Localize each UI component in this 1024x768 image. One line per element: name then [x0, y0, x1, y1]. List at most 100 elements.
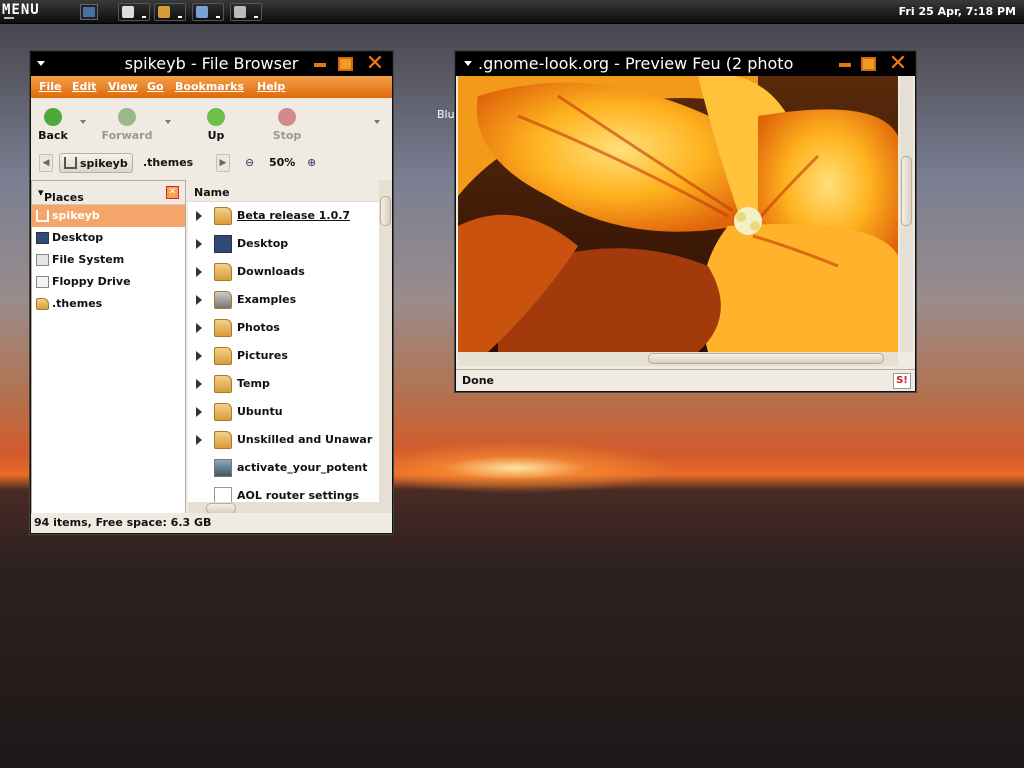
security-icon[interactable]: S! — [893, 373, 911, 389]
folder-icon — [214, 347, 232, 365]
folder-icon — [214, 263, 232, 281]
task-terminal[interactable] — [118, 3, 150, 21]
breadcrumb: ◀ spikeyb .themes ▶ ⊖ 50% ⊕ — [31, 152, 392, 174]
expand-arrow-icon[interactable] — [196, 295, 202, 305]
folder-icon — [36, 298, 49, 310]
stop-icon — [278, 108, 296, 126]
task-web-browser[interactable] — [192, 3, 224, 21]
expand-arrow-icon[interactable] — [196, 239, 202, 249]
file-row[interactable]: Pictures — [188, 342, 379, 370]
place-themes[interactable]: .themes — [32, 293, 185, 315]
desktop-label: Blu — [437, 108, 455, 121]
path-left-button[interactable]: ◀ — [39, 154, 53, 172]
place-desktop[interactable]: Desktop — [32, 227, 185, 249]
toolbar-overflow-dropdown[interactable] — [374, 120, 380, 124]
minimize-icon[interactable] — [314, 63, 326, 67]
clock[interactable]: Fri 25 Apr, 7:18 PM — [899, 5, 1016, 18]
path-right-button[interactable]: ▶ — [216, 154, 230, 172]
image-file-icon — [214, 459, 232, 477]
places-dropdown[interactable]: Places ▾ — [38, 186, 84, 204]
file-list-vertical-scrollbar[interactable] — [379, 180, 392, 516]
browser-horizontal-scrollbar[interactable] — [458, 352, 898, 366]
scroll-thumb[interactable] — [648, 353, 884, 364]
zoom-in-icon[interactable]: ⊕ — [307, 156, 316, 169]
harddisk-icon — [36, 254, 49, 266]
browser-titlebar[interactable]: .gnome-look.org - Preview Feu (2 photo ✕ — [456, 52, 915, 76]
task-window[interactable] — [230, 3, 262, 21]
desktop-icon — [214, 235, 232, 253]
main-menu-button[interactable]: MENU — [2, 2, 40, 19]
maximize-icon[interactable] — [338, 57, 353, 71]
floppy-icon — [36, 276, 49, 288]
browser-window: .gnome-look.org - Preview Feu (2 photo ✕ — [455, 51, 916, 392]
menu-edit[interactable]: Edit — [72, 80, 96, 93]
minimize-icon[interactable] — [839, 63, 851, 67]
expand-arrow-icon[interactable] — [196, 323, 202, 333]
flower-image — [458, 76, 898, 352]
desktop-icon — [36, 232, 49, 244]
show-desktop-icon[interactable] — [80, 4, 98, 20]
file-list: Name Beta release 1.0.7 Desktop Download… — [188, 180, 379, 516]
maximize-icon[interactable] — [861, 57, 876, 71]
file-row[interactable]: Downloads — [188, 258, 379, 286]
crumb-home[interactable]: spikeyb — [59, 153, 133, 173]
menu-help[interactable]: Help — [257, 80, 285, 93]
place-floppy[interactable]: Floppy Drive — [32, 271, 185, 293]
folder-icon — [214, 403, 232, 421]
top-panel: MENU Fri 25 Apr, 7:18 PM — [0, 0, 1024, 24]
browser-vertical-scrollbar[interactable] — [900, 76, 913, 352]
place-home[interactable]: spikeyb — [32, 205, 185, 227]
home-icon — [64, 157, 77, 169]
window-title: .gnome-look.org - Preview Feu (2 photo — [478, 54, 794, 73]
expand-arrow-icon[interactable] — [196, 351, 202, 361]
expand-arrow-icon[interactable] — [196, 435, 202, 445]
menu-file[interactable]: File — [39, 80, 62, 93]
file-row[interactable]: Desktop — [188, 230, 379, 258]
expand-arrow-icon[interactable] — [196, 267, 202, 277]
up-arrow-icon — [207, 108, 225, 126]
menu-view[interactable]: View — [108, 80, 138, 93]
expand-arrow-icon[interactable] — [196, 379, 202, 389]
forward-button[interactable]: Forward — [97, 108, 157, 142]
flower-photo — [458, 76, 898, 352]
folder-icon — [214, 319, 232, 337]
close-pane-icon[interactable]: ✕ — [166, 186, 179, 199]
file-row[interactable]: Temp — [188, 370, 379, 398]
expand-arrow-icon[interactable] — [196, 407, 202, 417]
zoom-out-icon[interactable]: ⊖ — [245, 156, 254, 169]
column-header-name[interactable]: Name — [188, 180, 379, 202]
file-row[interactable]: Unskilled and Unawar — [188, 426, 379, 454]
scroll-thumb[interactable] — [380, 196, 391, 226]
task-file-browser[interactable] — [154, 3, 186, 21]
back-button[interactable]: Back — [37, 108, 69, 142]
browser-status-bar: Done S! — [456, 369, 915, 391]
close-icon[interactable]: ✕ — [887, 53, 909, 75]
crumb-themes[interactable]: .themes — [139, 153, 197, 173]
forward-history-dropdown[interactable] — [165, 120, 171, 124]
file-row[interactable]: Examples — [188, 286, 379, 314]
window-menu-icon[interactable] — [464, 61, 472, 66]
file-row[interactable]: Beta release 1.0.7 — [188, 202, 379, 230]
zoom-level[interactable]: 50% — [269, 156, 295, 169]
place-file-system[interactable]: File System — [32, 249, 185, 271]
forward-arrow-icon — [118, 108, 136, 126]
stop-button[interactable]: Stop — [269, 108, 305, 142]
status-bar: 94 items, Free space: 6.3 GB — [31, 513, 392, 533]
places-pane: Places ▾ ✕ spikeyb Desktop File System F… — [31, 180, 186, 516]
file-browser-titlebar[interactable]: spikeyb - File Browser ✕ — [31, 52, 392, 76]
file-row[interactable]: Photos — [188, 314, 379, 342]
menu-go[interactable]: Go — [147, 80, 164, 93]
close-icon[interactable]: ✕ — [364, 53, 386, 75]
file-browser-window: spikeyb - File Browser ✕ File Edit View … — [30, 51, 393, 534]
folder-icon — [214, 207, 232, 225]
folder-icon — [214, 431, 232, 449]
scroll-thumb[interactable] — [901, 156, 912, 226]
back-history-dropdown[interactable] — [80, 120, 86, 124]
menu-bookmarks[interactable]: Bookmarks — [175, 80, 244, 93]
expand-arrow-icon[interactable] — [196, 211, 202, 221]
file-row[interactable]: activate_your_potent — [188, 454, 379, 482]
examples-folder-icon — [214, 291, 232, 309]
folder-icon — [214, 375, 232, 393]
file-row[interactable]: Ubuntu — [188, 398, 379, 426]
up-button[interactable]: Up — [201, 108, 231, 142]
